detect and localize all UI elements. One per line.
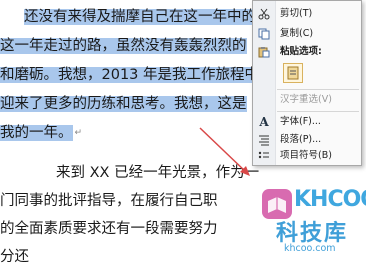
font-icon: A	[259, 115, 269, 129]
menu-item-paste-options: 粘贴选项:	[253, 43, 361, 61]
menu-item-cut[interactable]: 剪切(T)	[253, 5, 361, 23]
brand-url: khcoo.com	[284, 243, 336, 254]
copy-icon	[257, 27, 271, 41]
bullets-icon	[257, 149, 271, 163]
paragraph-icon	[257, 133, 271, 147]
menu-item-reconvert: 汉字重选(V)	[280, 94, 332, 105]
context-menu: 剪切(T) 复制(C) 粘贴选项: 汉字重选(V) A 字体(F)... 段落(…	[252, 0, 362, 166]
menu-item-font[interactable]: A 字体(F)...	[253, 113, 361, 131]
menu-item-bullets[interactable]: 项目符号(B)	[253, 147, 361, 165]
keep-text-only-icon[interactable]	[283, 63, 303, 83]
scissors-icon	[257, 7, 271, 21]
watermark-logo: KHCOO 科技库 khcoo.com	[258, 175, 366, 259]
paste-icon	[257, 45, 271, 59]
menu-item-copy[interactable]: 复制(C)	[253, 25, 361, 43]
brand-name: KHCOO	[294, 187, 366, 212]
